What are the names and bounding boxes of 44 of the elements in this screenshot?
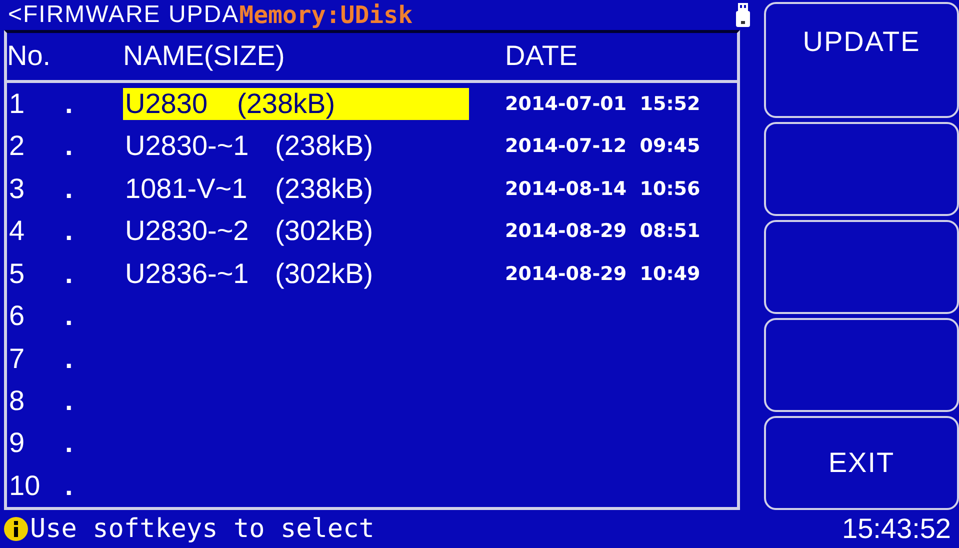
row-number: 2 [8,130,26,162]
row-separator: . [64,427,74,460]
row-number: 8 [8,384,26,417]
row-separator: . [64,215,74,248]
row-number: 1 [8,88,26,120]
softkey-button[interactable]: UPDATE [764,2,959,118]
file-date: 2014-08-29 10:49 [504,262,702,285]
row-number: 3 [8,172,26,205]
row-number: 6 [8,300,26,332]
softkey-button[interactable] [764,122,959,216]
file-date: 2014-07-12 09:45 [504,135,702,158]
file-name-cell[interactable]: U2836-~1 (302kB) [123,258,499,290]
row-separator: . [64,300,74,332]
row-separator: . [64,384,74,417]
row-separator: . [64,88,74,120]
softkey-button[interactable]: EXIT [764,416,959,510]
file-date: 2014-08-29 08:51 [504,220,702,242]
row-number: 4 [8,215,26,248]
file-name-cell[interactable]: 1081-V~1 (238kB) [123,172,499,205]
row-separator: . [64,130,74,162]
row-separator: . [64,342,74,375]
column-header: DATE [504,40,579,72]
row-number: 10 [8,470,42,502]
row-number: 9 [8,427,26,460]
row-separator: . [64,172,74,205]
column-header: No. [7,40,52,72]
softkey-button[interactable] [764,220,959,314]
info-icon [4,517,28,541]
clock-time: 15:43:52 [842,513,951,545]
file-name-cell[interactable]: U2830-~1 (238kB) [123,130,499,162]
status-message: Use softkeys to select [30,514,374,544]
file-date: 2014-07-01 15:52 [504,92,702,115]
screen-title: <FIRMWARE UPDA [8,1,240,29]
row-separator: . [64,470,74,502]
row-separator: . [64,258,74,290]
row-number: 7 [8,342,26,375]
file-name-cell[interactable]: U2830-~2 (302kB) [123,215,499,248]
column-header: NAME(SIZE) [123,40,286,72]
softkey-button[interactable] [764,318,959,412]
memory-label: Memory:UDisk [239,1,413,29]
file-name-cell[interactable]: U2830 (238kB) [123,88,469,120]
file-date: 2014-08-14 10:56 [504,178,702,200]
row-number: 5 [8,258,26,290]
usb-drive-icon [736,3,750,27]
